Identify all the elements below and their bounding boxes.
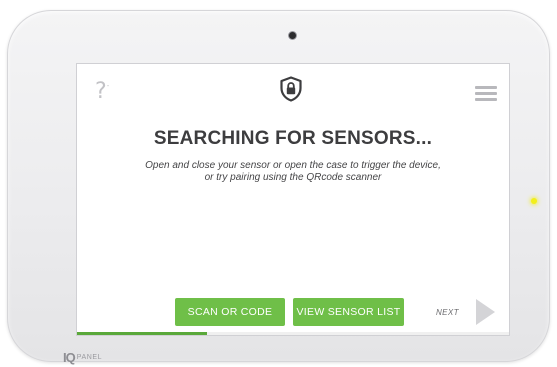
view-sensor-list-button[interactable]: VIEW SENSOR LIST (293, 298, 404, 326)
status-led (531, 198, 537, 204)
instruction-line-1: Open and close your sensor or open the c… (145, 160, 441, 171)
question-icon[interactable]: ?- (95, 81, 109, 103)
next-label[interactable]: NEXT (436, 308, 459, 317)
brand-text: PANEL (76, 353, 103, 361)
scan-or-code-button[interactable]: SCAN OR CODE (175, 298, 285, 326)
progress-bar (77, 332, 509, 335)
play-arrow-icon[interactable] (474, 298, 496, 326)
brand-mark: IQ (63, 349, 76, 365)
brand-logo: IQ PANEL (63, 349, 103, 365)
camera-lens (289, 32, 296, 39)
iq-panel-device: ?- SEARCHING FOR SENSORS... Open and clo… (7, 10, 550, 365)
progress-fill (77, 332, 207, 335)
touch-screen: ?- SEARCHING FOR SENSORS... Open and clo… (77, 64, 509, 335)
shield-lock-icon (279, 76, 303, 102)
instruction-line-2: or try pairing using the QRcode scanner (204, 172, 382, 183)
instruction-text: Open and close your sensor or open the c… (107, 160, 479, 184)
hamburger-menu-icon[interactable] (475, 86, 497, 102)
page-title: SEARCHING FOR SENSORS... (153, 128, 433, 149)
